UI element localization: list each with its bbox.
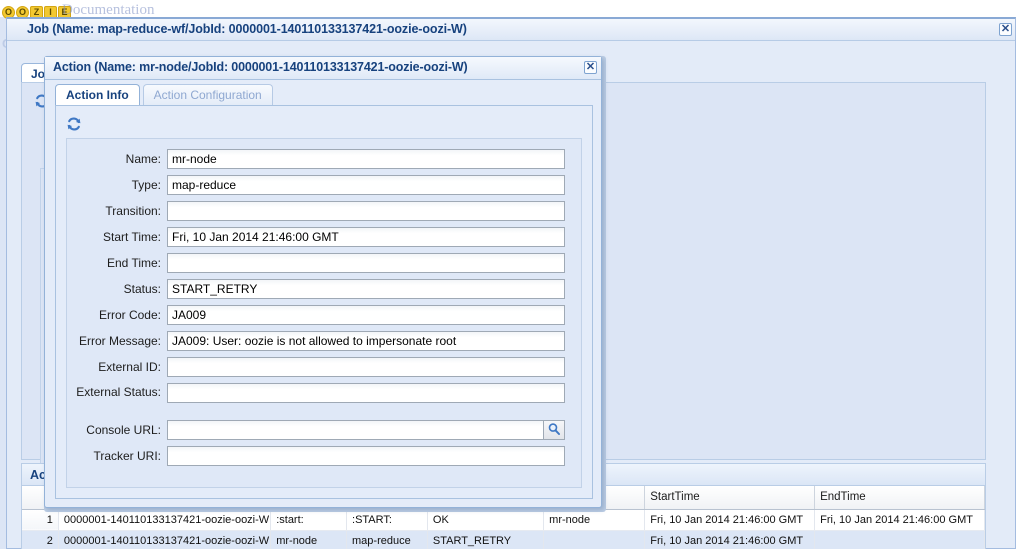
field-row-error-message: Error Message: bbox=[67, 331, 581, 353]
action-refresh-button[interactable] bbox=[66, 116, 82, 135]
row-number: 2 bbox=[22, 529, 59, 549]
cell-type: :START: bbox=[346, 509, 428, 531]
cell-endtime: Fri, 10 Jan 2014 21:46:00 GMT bbox=[814, 509, 985, 531]
label-transition: Transition: bbox=[105, 204, 161, 218]
table-row[interactable]: 1 0000001-140110133137421-oozie-oozi-W@:… bbox=[22, 509, 985, 531]
row-number: 1 bbox=[22, 509, 59, 531]
cell-status: START_RETRY bbox=[427, 529, 545, 549]
job-window-title: Job (Name: map-reduce-wf/JobId: 0000001-… bbox=[27, 22, 467, 36]
field-row-type: Type: bbox=[67, 175, 581, 197]
cell-id: 0000001-140110133137421-oozie-oozi-W@:..… bbox=[58, 509, 272, 531]
job-window-titlebar: Job (Name: map-reduce-wf/JobId: 0000001-… bbox=[7, 19, 1015, 41]
cell-name: mr-node bbox=[270, 529, 348, 549]
field-row-external-id: External ID: bbox=[67, 357, 581, 379]
magnifier-icon bbox=[547, 422, 561, 439]
label-external-id: External ID: bbox=[98, 360, 161, 374]
action-dialog-title: Action (Name: mr-node/JobId: 0000001-140… bbox=[53, 60, 468, 74]
field-row-name: Name: bbox=[67, 149, 581, 171]
input-type[interactable] bbox=[167, 175, 565, 195]
cell-type: map-reduce bbox=[346, 529, 428, 549]
screen-root: O O Z I E Documentation Oozie Web Consol… bbox=[0, 0, 1016, 549]
input-tracker-uri[interactable] bbox=[167, 446, 565, 466]
cell-id: 0000001-140110133137421-oozie-oozi-W@... bbox=[58, 529, 272, 549]
cell-status: OK bbox=[427, 509, 545, 531]
cell-transition bbox=[543, 529, 646, 549]
cell-transition: mr-node bbox=[543, 509, 646, 531]
cell-name: :start: bbox=[270, 509, 348, 531]
input-name[interactable] bbox=[167, 149, 565, 169]
field-row-error-code: Error Code: bbox=[67, 305, 581, 327]
label-error-code: Error Code: bbox=[98, 308, 161, 322]
action-info-form: Name: Type: Transition: Start Time: End bbox=[66, 138, 582, 488]
console-url-search-button[interactable] bbox=[544, 420, 565, 440]
label-type: Type: bbox=[131, 178, 161, 192]
action-dialog-close-icon[interactable]: ✕ bbox=[584, 61, 597, 74]
cell-endtime bbox=[814, 529, 985, 549]
action-dialog-titlebar: Action (Name: mr-node/JobId: 0000001-140… bbox=[45, 57, 601, 80]
label-tracker-uri: Tracker URI: bbox=[93, 449, 161, 463]
input-error-message[interactable] bbox=[167, 331, 565, 351]
tab-action-configuration[interactable]: Action Configuration bbox=[142, 84, 273, 105]
col-endtime[interactable]: EndTime bbox=[814, 486, 985, 510]
label-start-time: Start Time: bbox=[102, 230, 161, 244]
field-row-external-status: External Status: bbox=[67, 383, 581, 405]
label-error-message: Error Message: bbox=[78, 334, 161, 348]
cell-starttime: Fri, 10 Jan 2014 21:46:00 GMT bbox=[644, 509, 816, 531]
input-error-code[interactable] bbox=[167, 305, 565, 325]
action-dialog: Action (Name: mr-node/JobId: 0000001-140… bbox=[44, 56, 602, 508]
input-start-time[interactable] bbox=[167, 227, 565, 247]
input-external-status[interactable] bbox=[167, 383, 565, 403]
action-info-panel: Name: Type: Transition: Start Time: End bbox=[55, 105, 593, 499]
action-dialog-tabs: Action Info Action Configuration bbox=[55, 84, 273, 105]
field-row-start-time: Start Time: bbox=[67, 227, 581, 249]
job-window-close-icon[interactable]: ✕ bbox=[999, 23, 1012, 36]
field-row-status: Status: bbox=[67, 279, 581, 301]
label-name: Name: bbox=[125, 152, 161, 166]
input-console-url[interactable] bbox=[167, 420, 544, 440]
input-external-id[interactable] bbox=[167, 357, 565, 377]
input-status[interactable] bbox=[167, 279, 565, 299]
label-end-time: End Time: bbox=[106, 256, 161, 270]
field-row-transition: Transition: bbox=[67, 201, 581, 223]
input-transition[interactable] bbox=[167, 201, 565, 221]
cell-starttime: Fri, 10 Jan 2014 21:46:00 GMT bbox=[644, 529, 816, 549]
refresh-icon bbox=[66, 116, 82, 132]
field-row-tracker-uri: Tracker URI: bbox=[67, 446, 581, 468]
label-console-url: Console URL: bbox=[86, 423, 161, 437]
label-status: Status: bbox=[123, 282, 161, 296]
field-row-end-time: End Time: bbox=[67, 253, 581, 275]
input-end-time[interactable] bbox=[167, 253, 565, 273]
table-row[interactable]: 2 0000001-140110133137421-oozie-oozi-W@.… bbox=[22, 529, 985, 549]
label-external-status: External Status: bbox=[76, 385, 161, 399]
col-starttime[interactable]: StartTime bbox=[644, 486, 816, 510]
field-row-console-url: Console URL: bbox=[67, 420, 581, 442]
tab-action-info[interactable]: Action Info bbox=[55, 84, 140, 105]
